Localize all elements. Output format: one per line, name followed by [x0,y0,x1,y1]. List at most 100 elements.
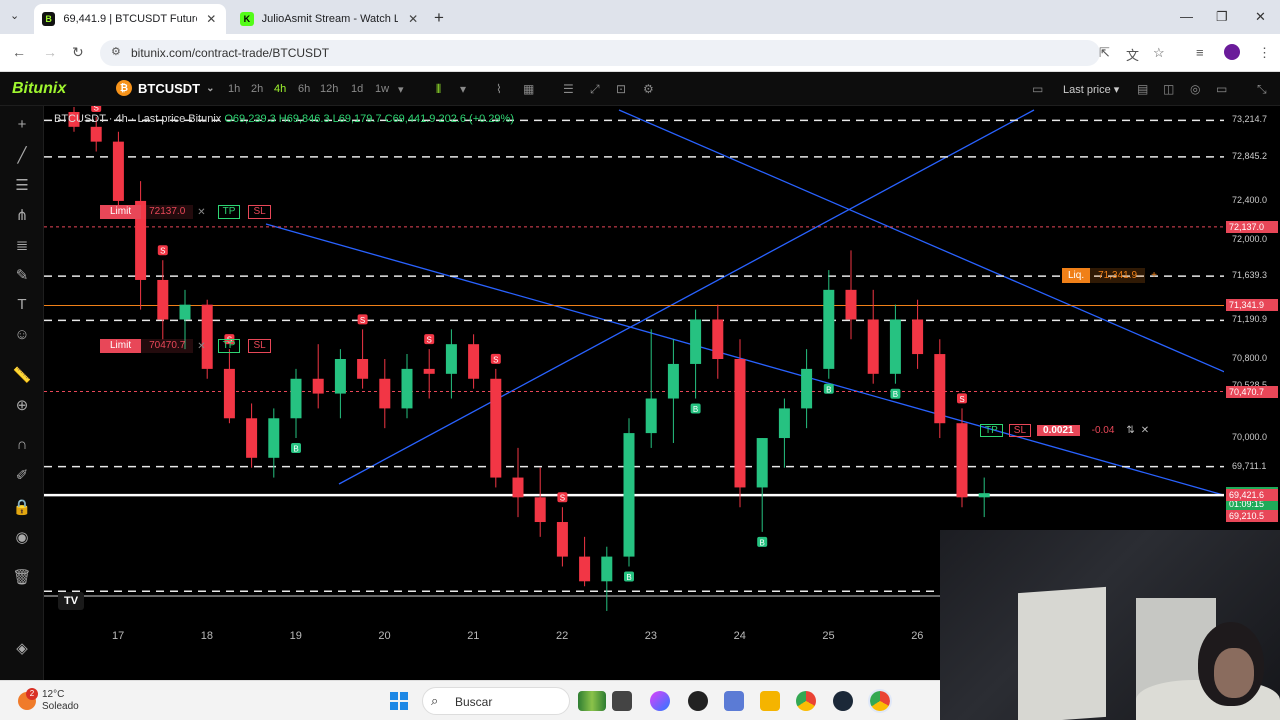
time-axis-label: 23 [644,630,658,642]
indicators-icon[interactable]: ⌇ [496,82,502,96]
text-icon[interactable]: T [12,296,32,313]
minimize-icon[interactable]: — [1180,9,1193,24]
liquidation-tag[interactable]: Liq. 71,341.9 + [1062,268,1163,283]
cancel-order-icon[interactable]: ✕ [193,207,209,218]
candle-type-icon[interactable]: ⫴ [436,82,441,97]
back-icon[interactable]: ← [12,44,26,60]
weather-widget[interactable]: 2 12°C Soleado [18,688,79,713]
orders-icon[interactable]: ▤ [1137,82,1148,96]
menu-icon[interactable]: ⋮ [1258,45,1271,61]
magnet-icon[interactable]: ∩ [12,436,32,453]
kick-favicon-icon: K [240,12,254,26]
close-window-icon[interactable]: ✕ [1255,9,1266,25]
position-tp-button[interactable]: TP [980,424,1003,437]
media-icon[interactable]: ≡ [1196,45,1204,60]
close-tab-icon[interactable]: ✕ [205,12,218,26]
screenshot-icon[interactable]: ⊡ [616,82,626,96]
snipping-tool-icon[interactable] [724,691,744,711]
install-app-icon[interactable]: ⇱ [1099,45,1110,61]
candle: B [690,309,702,414]
chrome-active-icon[interactable] [868,689,892,713]
timeframe-1h[interactable]: 1h [228,83,240,95]
trendline-icon[interactable]: ╱ [12,146,32,164]
eye-icon[interactable]: ◉ [12,528,32,546]
webcam-person-face [1214,648,1254,698]
omnibox[interactable]: ⚙ bitunix.com/contract-trade/BTCUSDT [100,40,1100,66]
restore-icon[interactable]: ❐ [1216,9,1228,25]
horizontal-lines-icon[interactable]: ☰ [12,176,32,194]
tab-search-icon[interactable]: ⌄ [10,9,19,22]
webcam-background-panel [1018,586,1106,720]
fullscreen-icon[interactable]: ⤢ [590,82,600,97]
brush-icon[interactable]: ✎ [12,266,32,284]
tab-bitunix[interactable]: B 69,441.9 | BTCUSDT Futures Exc ✕ [34,4,226,34]
candle: B [823,270,835,394]
ruler-icon[interactable]: 📏 [12,366,32,384]
sl-button[interactable]: SL [248,339,271,353]
weather-sun-icon: 2 [18,688,38,710]
copilot-icon[interactable] [650,691,670,711]
list-icon[interactable]: ☰ [563,82,574,96]
timeframe-1d[interactable]: 1d [351,83,363,95]
theme-icon[interactable]: ◎ [1190,82,1200,96]
close-position-icon[interactable]: ✕ [1141,425,1149,436]
exit-fullscreen-icon[interactable]: ⤡ [1257,82,1267,97]
cancel-order-icon[interactable]: ✕ [193,341,209,352]
lock-drawing-icon[interactable]: ✐ [12,466,32,484]
chevron-down-icon[interactable]: ▾ [460,82,466,96]
panel-icon[interactable]: ◫ [1163,82,1174,96]
translate-icon[interactable]: 文 [1126,45,1139,64]
more-options-icon[interactable]: ▭ [1216,82,1227,96]
tp-button[interactable]: TP [217,339,241,353]
browser-tab-bar: ⌄ B 69,441.9 | BTCUSDT Futures Exc ✕ K J… [0,0,1280,34]
position-sl-button[interactable]: SL [1008,424,1032,437]
widget-image-icon[interactable] [578,691,606,711]
layout-grid-icon[interactable]: ▦ [523,82,534,96]
crosshair-icon[interactable]: + [12,116,32,133]
zoom-in-icon[interactable]: ⊕ [12,396,32,414]
liq-add[interactable]: + [1145,270,1163,281]
settings-gear-icon[interactable]: ⚙ [643,82,654,96]
emoji-icon[interactable]: ☺ [12,326,32,343]
task-view-icon[interactable] [612,691,632,711]
weather-temp: 12°C [42,689,65,700]
position-tag[interactable]: TP SL 0.0021 -0.04 ⇅ ✕ [980,423,1149,438]
fib-icon[interactable]: ≣ [12,236,32,254]
taskbar-search[interactable]: ⌕ Buscar [422,687,570,715]
timeframe-more-icon[interactable]: ▾ [398,83,404,96]
marker-letter: B [760,538,765,547]
steam-icon[interactable] [833,691,853,711]
new-tab-icon[interactable]: + [434,8,444,28]
chart-mode-icon[interactable]: ▭ [1032,82,1043,96]
timeframe-6h[interactable]: 6h [298,83,310,95]
tab-kick-stream[interactable]: K JulioAsmit Stream - Watch Live ✕ [232,4,428,34]
pitchfork-icon[interactable]: ⋔ [12,206,32,224]
bookmark-star-icon[interactable]: ☆ [1153,45,1165,61]
lock-icon[interactable]: 🔒 [12,498,32,516]
price-axis-label: 70,800.0 [1232,353,1268,363]
site-info-icon[interactable]: ⚙ [111,45,121,58]
timeframe-2h[interactable]: 2h [251,83,263,95]
reload-icon[interactable]: ↻ [72,44,84,61]
timeframe-1w[interactable]: 1w [375,83,389,95]
obs-icon[interactable] [688,691,708,711]
price-source-dropdown[interactable]: Last price ▾ [1063,83,1119,96]
file-explorer-icon[interactable] [760,691,780,711]
layers-icon[interactable]: ◈ [12,639,32,657]
sl-button[interactable]: SL [248,205,271,219]
trash-icon[interactable]: 🗑 [12,568,32,586]
limit-order-tag-2[interactable]: Limit 70470.7 ✕ TP SL [100,339,271,353]
profile-avatar[interactable] [1224,44,1240,60]
timeframe-12h[interactable]: 12h [320,83,338,95]
reverse-icon[interactable]: ⇅ [1126,425,1134,436]
symbol-selector[interactable]: ₿ BTCUSDT ⌄ [116,80,215,96]
limit-order-tag-1[interactable]: Limit 72137.0 ✕ TP SL [100,205,271,219]
marker-letter: S [959,395,964,404]
close-tab-icon[interactable]: ✕ [406,12,420,26]
windows-start-icon[interactable] [390,692,408,710]
forward-icon[interactable]: → [43,44,57,60]
candle: S [490,353,502,488]
chrome-icon[interactable] [796,691,816,711]
timeframe-4h[interactable]: 4h [274,83,286,95]
tp-button[interactable]: TP [217,205,241,219]
